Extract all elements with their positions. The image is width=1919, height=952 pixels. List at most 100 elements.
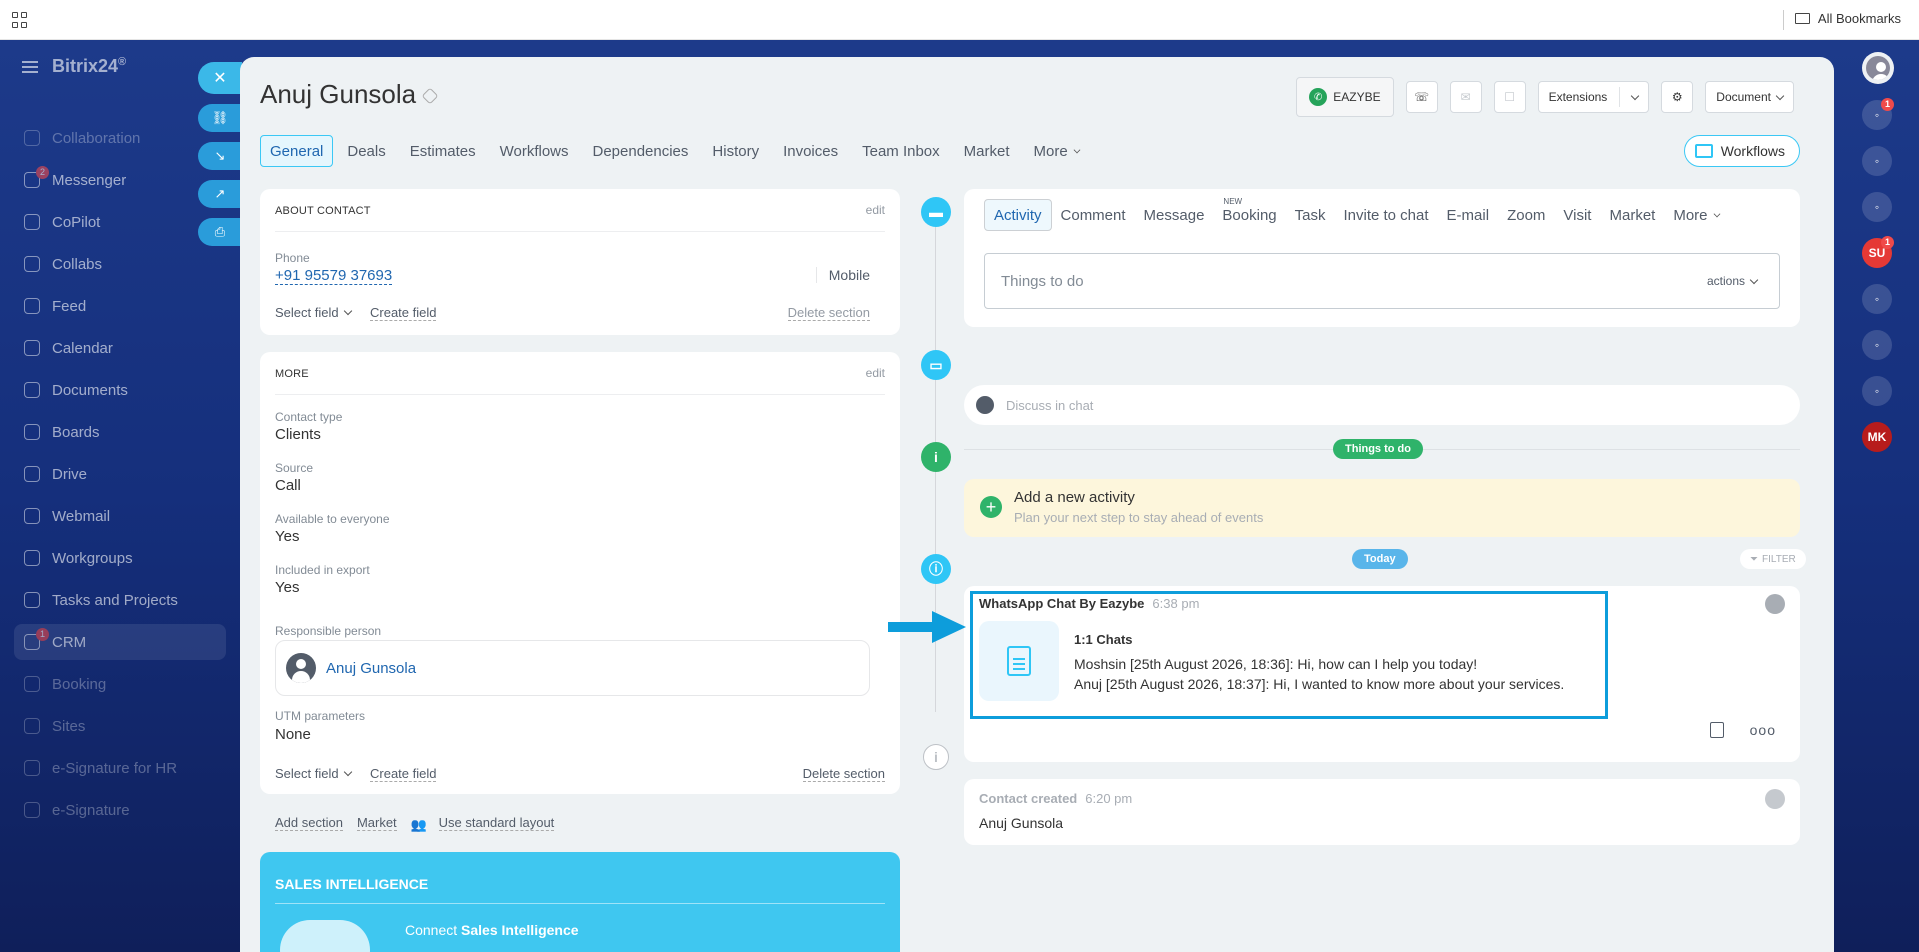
sidebar-item-boards[interactable]: Boards [14,414,226,450]
create-field-link[interactable]: Create field [370,766,437,782]
chat-icon[interactable]: ◦ [1862,330,1892,360]
tab-more[interactable]: More [1024,135,1090,167]
sidebar-item-documents[interactable]: Documents [14,372,226,408]
market-link[interactable]: Market [356,815,397,831]
sidebar-item-messenger[interactable]: Messenger 2 [14,162,226,198]
tab-history[interactable]: History [702,135,769,167]
copy-link-button[interactable]: ⛓ [198,104,242,132]
notification-badge: 1 [1881,236,1894,249]
add-section-link[interactable]: Add section [275,815,343,831]
user-avatar[interactable] [1862,52,1894,84]
copilot-icon[interactable]: ◦ [1862,146,1892,176]
activity-tab-activity[interactable]: Activity [984,199,1052,231]
browser-bar: All Bookmarks [0,0,1919,40]
chevron-down-icon [1749,275,1759,284]
bell-icon[interactable]: ◦ 1 [1862,98,1894,130]
phone-link[interactable]: +91 95579 37693 [275,267,393,285]
tab-market[interactable]: Market [954,135,1020,167]
activity-tab-e-mail[interactable]: E-mail [1438,199,1499,231]
chat-button[interactable]: ☐ [1493,81,1526,113]
activity-tab-visit[interactable]: Visit [1554,199,1600,231]
close-slider-button[interactable]: ✕ [198,62,242,94]
sidebar-item-drive[interactable]: Drive [14,456,226,492]
sidebar-item-calendar[interactable]: Calendar [14,330,226,366]
sidebar-item-workgroups[interactable]: Workgroups [14,540,226,576]
brand[interactable]: Bitrix24® [22,56,126,77]
user-icon[interactable] [1765,594,1785,614]
sidebar-item-feed[interactable]: Feed [14,288,226,324]
delete-section-link[interactable]: Delete section [787,305,870,321]
more-dots-icon[interactable]: ooo [1750,722,1776,738]
standard-layout-link[interactable]: Use standard layout [438,815,555,831]
activity-tab-message[interactable]: Message [1135,199,1214,231]
responsible-person[interactable]: Anuj Gunsola [275,640,870,696]
activity-tab-comment[interactable]: Comment [1052,199,1135,231]
user-avatar[interactable]: MK [1862,422,1892,452]
tab-general[interactable]: General [260,135,334,167]
document-dropdown[interactable]: Document [1705,81,1794,113]
select-field-dropdown[interactable]: Select field [275,766,352,781]
create-field-link[interactable]: Create field [370,305,437,321]
open-new-window-button[interactable]: ↗ [198,180,242,208]
sidebar-item-tasks-and-projects[interactable]: Tasks and Projects [14,582,226,618]
activity-tab-booking[interactable]: Booking NEW [1213,197,1285,231]
sales-connect[interactable]: Connect Sales Intelligence [405,922,579,938]
sidebar-item-label: e-Signature for HR [52,759,178,777]
tab-estimates[interactable]: Estimates [400,135,486,167]
activity-tab-invite-to-chat[interactable]: Invite to chat [1334,199,1437,231]
add-activity[interactable]: + Add a new activity Plan your next step… [964,479,1800,537]
sidebar-item-label: Feed [52,297,87,315]
chat-search-icon[interactable]: ◦ [1862,192,1892,222]
bookmark-icon[interactable]: ◦ [1862,284,1892,314]
user-avatar[interactable]: SU 1 [1862,236,1894,268]
activity-tab-zoom[interactable]: Zoom [1498,199,1554,231]
delete-section-link[interactable]: Delete section [802,766,885,782]
todo-input[interactable]: Things to do actions [984,253,1780,309]
sidebar-item-e-signature-for-hr[interactable]: e-Signature for HR [14,750,226,786]
sidebar-item-sites[interactable]: Sites [14,708,226,744]
note-icon[interactable] [1709,722,1724,738]
sidebar-item-webmail[interactable]: Webmail [14,498,226,534]
new-badge: NEW [1223,197,1243,206]
menu-icon[interactable] [22,60,38,73]
sidebar-item-crm[interactable]: CRM 1 [14,624,226,660]
all-bookmarks-button[interactable]: All Bookmarks [1794,11,1901,26]
apps-grid-icon[interactable] [12,12,28,28]
sidebar-item-collabs[interactable]: Collabs [14,246,226,282]
responsible-name[interactable]: Anuj Gunsola [326,660,416,677]
extensions-dropdown[interactable]: Extensions [1537,81,1650,113]
activity-tab-market[interactable]: Market [1600,199,1664,231]
discuss-in-chat[interactable]: Discuss in chat [964,385,1800,425]
user-icon[interactable] [1765,789,1785,809]
link-icon[interactable] [421,87,439,105]
actions-dropdown[interactable]: actions [1707,274,1759,288]
workflows-button[interactable]: Workflows [1683,135,1800,167]
edit-link[interactable]: edit [866,203,885,217]
edit-link[interactable]: edit [866,366,885,380]
settings-button[interactable]: ⚙ [1661,81,1694,113]
sidebar-item-e-signature[interactable]: e-Signature [14,792,226,828]
select-field-dropdown[interactable]: Select field [275,305,352,320]
table-icon[interactable]: ◦ [1862,376,1892,406]
call-button[interactable]: ☏ [1405,81,1438,113]
right-rail: ◦ 1 ◦ ◦ SU 1 ◦ ◦ ◦ MK [1835,40,1919,952]
task-icon [24,592,40,608]
tab-team-inbox[interactable]: Team Inbox [852,135,950,167]
tab-dependencies[interactable]: Dependencies [583,135,699,167]
activity-tab-task[interactable]: Task [1286,199,1335,231]
activity-tab-more[interactable]: More [1664,199,1728,231]
filter-button[interactable]: ⏷ FILTER [1740,549,1806,569]
minimize-button[interactable]: ↘ [198,142,242,170]
sidebar-item-copilot[interactable]: CoPilot [14,204,226,240]
tab-workflows[interactable]: Workflows [490,135,579,167]
field-label: Phone [275,251,310,265]
sidebar-item-label: Sites [52,717,86,735]
sidebar-item-collaboration[interactable]: Collaboration [14,120,226,156]
email-button[interactable]: ✉ [1449,81,1482,113]
sidebar-item-booking[interactable]: Booking [14,666,226,702]
tab-invoices[interactable]: Invoices [773,135,848,167]
eazybe-button[interactable]: ✆ EAZYBE [1296,77,1394,117]
tab-deals[interactable]: Deals [337,135,395,167]
document-tile[interactable] [979,621,1059,701]
print-button[interactable]: ⎙ [198,218,242,246]
